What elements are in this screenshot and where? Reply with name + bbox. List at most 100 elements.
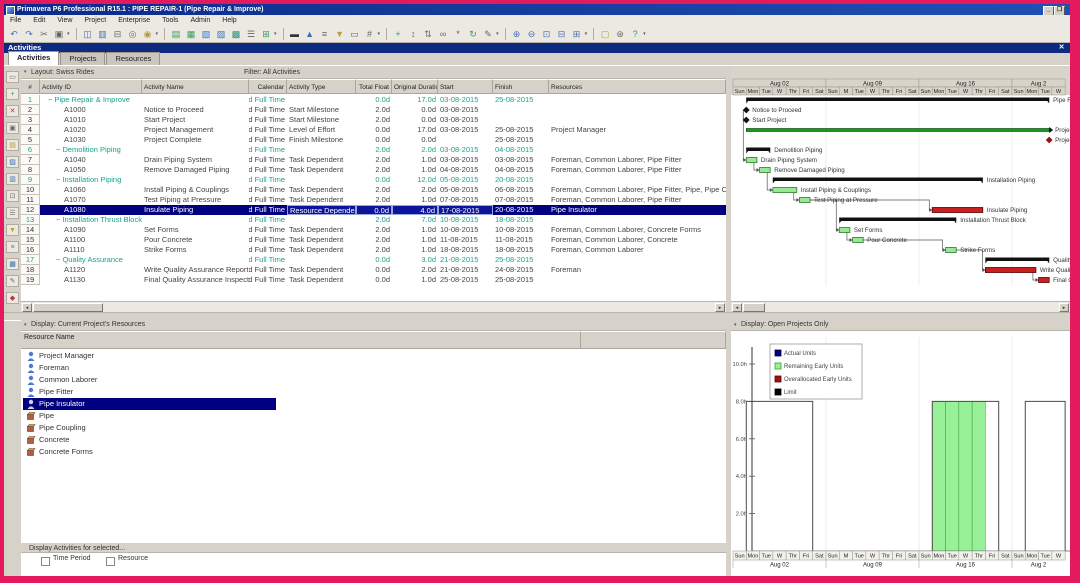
- undo-icon[interactable]: ↶: [7, 28, 21, 41]
- bars-icon[interactable]: ▭: [348, 28, 362, 41]
- activity-row[interactable]: 4 A1020 Project Management Standard Full Ti…: [21, 125, 726, 135]
- activity-row[interactable]: 2 A1000 Notice to Proceed Standard Full Tim…: [21, 105, 726, 115]
- scroll-left-arrow[interactable]: ◂: [22, 303, 32, 312]
- flag-tool-icon[interactable]: ◆: [6, 292, 19, 304]
- column-header-type[interactable]: Activity Type: [287, 79, 356, 94]
- assignments-icon[interactable]: ⊞: [259, 28, 273, 41]
- resource-checkbox[interactable]: [106, 557, 115, 566]
- add-activity-icon[interactable]: +: [6, 88, 19, 100]
- help-globe-icon[interactable]: ?: [628, 28, 642, 41]
- find-icon[interactable]: ◎: [126, 28, 140, 41]
- comment-icon[interactable]: ▢: [598, 28, 612, 41]
- gantt-bar-critical[interactable]: [985, 267, 1037, 273]
- menu-item-edit[interactable]: Edit: [27, 17, 51, 24]
- resource-row[interactable]: Pipe Insulator: [21, 398, 726, 410]
- constraint-icon[interactable]: *: [451, 28, 465, 41]
- time-period-checkbox[interactable]: [41, 557, 50, 566]
- resource-row[interactable]: Pipe Fitter: [21, 386, 726, 398]
- filter-icon[interactable]: ▼: [333, 28, 347, 41]
- scroll-right-arrow[interactable]: ▸: [715, 303, 725, 312]
- activity-row[interactable]: 1 − Pipe Repair & Improve Standard Full Ti…: [21, 95, 726, 105]
- fit-tool-icon[interactable]: ⊡: [6, 190, 19, 202]
- scroll-thumb[interactable]: [743, 303, 765, 312]
- layout-icon[interactable]: ◫: [81, 28, 95, 41]
- gantt-bar-task[interactable]: [852, 237, 864, 243]
- gantt-bar-task[interactable]: [772, 187, 798, 193]
- tracking-icon[interactable]: ☰: [244, 28, 258, 41]
- gantt-bar-summary[interactable]: [985, 257, 1050, 262]
- resource-row[interactable]: Project Manager: [21, 350, 726, 362]
- column-header-id[interactable]: Activity ID: [40, 79, 142, 94]
- chart-tool-icon[interactable]: ▦: [6, 258, 19, 270]
- zoom-in-icon[interactable]: ⊕: [510, 28, 524, 41]
- column-header-calendar[interactable]: Calendar: [249, 79, 287, 94]
- column-header-start[interactable]: Start: [438, 79, 493, 94]
- gantt-bar-critical[interactable]: [1038, 277, 1050, 283]
- toolbar-group-dropdown-icon[interactable]: ▾: [156, 31, 159, 37]
- activity-row[interactable]: 10 A1060 Install Piping & Couplings Standar…: [21, 185, 726, 195]
- gantt-bar-task[interactable]: [945, 247, 957, 253]
- activity-row[interactable]: 9 − Installation Piping Standard Full Time…: [21, 175, 726, 185]
- column-header-num[interactable]: #: [21, 79, 40, 94]
- column-header-name[interactable]: Activity Name: [142, 79, 249, 94]
- copy-tool-icon[interactable]: ▣: [6, 122, 19, 134]
- add-icon[interactable]: +: [391, 28, 405, 41]
- group-sort-icon[interactable]: ≡: [318, 28, 332, 41]
- scroll-left-arrow[interactable]: ◂: [732, 303, 742, 312]
- union-icon[interactable]: ⊛: [613, 28, 627, 41]
- resource-row[interactable]: Common Laborer: [21, 374, 726, 386]
- toolbar-group-dropdown-icon[interactable]: ▾: [274, 31, 277, 37]
- activity-row[interactable]: 17 − Quality Assurance Standard Full Time 0…: [21, 255, 726, 265]
- layout-bar[interactable]: ▾ Layout: Swiss Rides Filter: All Activi…: [21, 66, 726, 79]
- menu-item-enterprise[interactable]: Enterprise: [112, 17, 156, 24]
- title-bar[interactable]: Primavera P6 Professional R15.1 : PIPE R…: [4, 4, 1070, 16]
- chart-icon[interactable]: ▲: [303, 28, 317, 41]
- toolbar-group-dropdown-icon[interactable]: ▾: [585, 31, 588, 37]
- gantt-bar-summary[interactable]: [746, 97, 1050, 102]
- percent-icon[interactable]: #: [363, 28, 377, 41]
- gantt-bar-task[interactable]: [745, 157, 758, 163]
- close-icon[interactable]: ✕: [1057, 43, 1066, 52]
- column-header-finish[interactable]: Finish: [493, 79, 549, 94]
- resources-icon[interactable]: ▨: [214, 28, 228, 41]
- zoom-fit-icon[interactable]: ⊡: [540, 28, 554, 41]
- level-icon[interactable]: ⇅: [421, 28, 435, 41]
- profile-display-bar[interactable]: ▾ Display: Open Projects Only: [731, 319, 1070, 331]
- gantt-icon[interactable]: ▬: [288, 28, 302, 41]
- paste-tool-icon[interactable]: ▤: [6, 139, 19, 151]
- layout-tool-icon[interactable]: ▭: [6, 71, 19, 83]
- note-tool-icon[interactable]: ✎: [6, 275, 19, 287]
- fill-down-icon[interactable]: ⊟: [111, 28, 125, 41]
- delete-activity-icon[interactable]: ✕: [6, 105, 19, 117]
- resources-options-icon[interactable]: ▾: [24, 319, 27, 331]
- layout-options-icon[interactable]: ▾: [24, 66, 27, 79]
- column-header-resources[interactable]: Resources: [549, 79, 726, 94]
- menu-item-view[interactable]: View: [51, 17, 78, 24]
- gantt-bar-loe[interactable]: [745, 128, 1050, 132]
- resource-name-column-header[interactable]: Resource Name: [21, 331, 581, 349]
- projects-icon[interactable]: ▧: [199, 28, 213, 41]
- gantt-bar-task[interactable]: [799, 197, 811, 203]
- notebook-icon[interactable]: ✎: [481, 28, 495, 41]
- filter-tool-icon[interactable]: ▼: [6, 224, 19, 236]
- activity-row[interactable]: 15 A1100 Pour Concrete Standard Full Time Ta…: [21, 235, 726, 245]
- column-header-float[interactable]: Total Float: [356, 79, 392, 94]
- gantt-bar-critical[interactable]: [931, 207, 984, 213]
- redo-icon[interactable]: ↷: [22, 28, 36, 41]
- profile-options-icon[interactable]: ▾: [734, 319, 737, 331]
- activity-row[interactable]: 8 A1050 Remove Damaged Piping Standard Full…: [21, 165, 726, 175]
- gantt-bar-summary[interactable]: [772, 177, 983, 182]
- activity-row[interactable]: 7 A1040 Drain Piping System Standard Full T…: [21, 155, 726, 165]
- columns-tool-icon[interactable]: ▥: [6, 173, 19, 185]
- menu-item-tools[interactable]: Tools: [156, 17, 184, 24]
- spotlight-icon[interactable]: ◉: [141, 28, 155, 41]
- toolbar-group-dropdown-icon[interactable]: ▾: [643, 31, 646, 37]
- gantt-bar-summary[interactable]: [839, 217, 957, 222]
- zoom-out-icon[interactable]: ⊖: [525, 28, 539, 41]
- column-header-duration[interactable]: Original Duration: [392, 79, 438, 94]
- scroll-thumb[interactable]: [33, 303, 103, 312]
- gantt-bar-task[interactable]: [759, 167, 771, 173]
- resource-row[interactable]: Concrete: [21, 434, 726, 446]
- cut-icon[interactable]: ✂: [37, 28, 51, 41]
- menu-item-file[interactable]: File: [4, 17, 27, 24]
